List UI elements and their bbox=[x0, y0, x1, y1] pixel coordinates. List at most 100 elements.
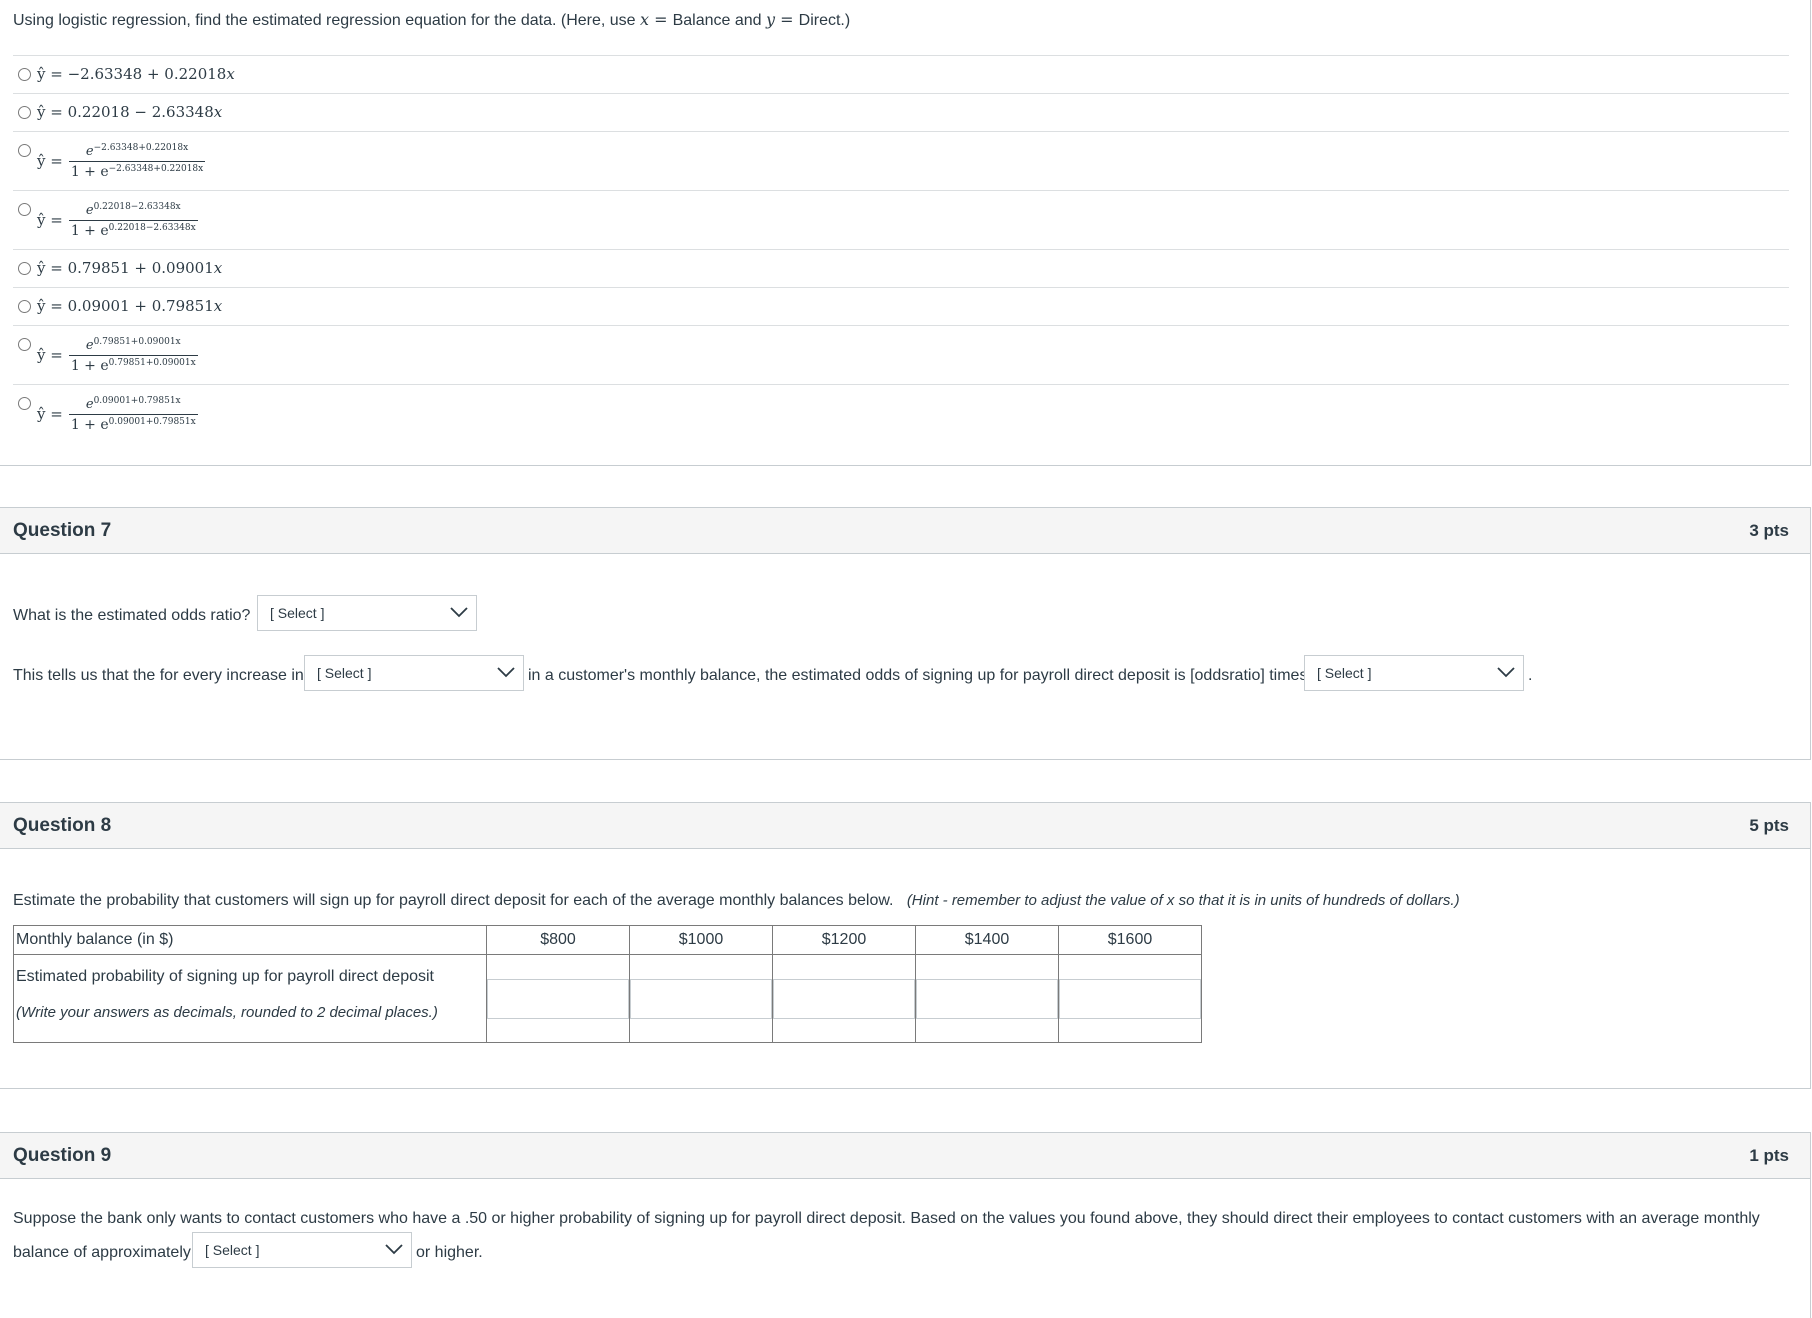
question-title: Question 9 bbox=[13, 1145, 112, 1166]
radio-button[interactable] bbox=[18, 106, 31, 119]
answer-cell bbox=[772, 954, 916, 1043]
table-row: Estimated probability of signing up for … bbox=[13, 954, 1202, 1043]
math-eq: = bbox=[775, 10, 799, 29]
row-header: Monthly balance (in $) bbox=[13, 925, 487, 955]
equation-rhs: −2.63348 + 0.22018 bbox=[67, 65, 227, 83]
select-placeholder: [ Select ] bbox=[205, 1242, 260, 1258]
answer-cell bbox=[486, 954, 630, 1043]
equation: ŷ = e0.09001+0.79851x 1 + e0.09001+0.798… bbox=[37, 388, 198, 440]
equation-var: x bbox=[226, 65, 235, 83]
answer-option-4[interactable]: ŷ = e0.22018−2.63348x 1 + e0.22018−2.633… bbox=[13, 190, 1789, 249]
answer-option-1[interactable]: ŷ = −2.63348 + 0.22018x bbox=[13, 55, 1789, 93]
table-header-row: Monthly balance (in $) $800 $1000 $1200 … bbox=[13, 925, 1202, 955]
denominator: 1 + e−2.63348+0.22018x bbox=[68, 160, 206, 180]
increase-unit-select[interactable]: [ Select ] bbox=[304, 655, 524, 691]
equation-lhs: ŷ = bbox=[37, 259, 68, 277]
exponent: 0.22018−2.63348x bbox=[93, 201, 181, 212]
probability-table: Monthly balance (in $) $800 $1000 $1200 … bbox=[13, 925, 1202, 1043]
exponent: 0.09001+0.79851x bbox=[108, 416, 196, 427]
exponent: 0.09001+0.79851x bbox=[93, 395, 181, 406]
balance-threshold-select[interactable]: [ Select ] bbox=[192, 1232, 412, 1268]
equation-rhs: 0.22018 − 2.63348 bbox=[67, 103, 214, 121]
odds-ratio-prompt: What is the estimated odds ratio? bbox=[13, 607, 251, 624]
denominator: 1 + e0.09001+0.79851x bbox=[68, 413, 198, 433]
denominator-base: 1 + e bbox=[70, 416, 109, 433]
select-placeholder: [ Select ] bbox=[270, 605, 325, 621]
radio-button[interactable] bbox=[18, 338, 31, 351]
select-placeholder: [ Select ] bbox=[1317, 665, 1372, 681]
denominator-base: 1 + e bbox=[70, 357, 109, 374]
radio-button[interactable] bbox=[18, 262, 31, 275]
equation: ŷ = 0.22018 − 2.63348x bbox=[37, 103, 222, 121]
prompt-text: Using logistic regression, find the esti… bbox=[13, 12, 640, 29]
question-title: Question 8 bbox=[13, 815, 112, 836]
denominator-base: 1 + e bbox=[70, 163, 109, 180]
denominator: 1 + e0.22018−2.63348x bbox=[68, 219, 198, 239]
hint-text: (Hint - remember to adjust the value of … bbox=[906, 892, 1460, 909]
equation: ŷ = e0.79851+0.09001x 1 + e0.79851+0.090… bbox=[37, 329, 198, 381]
column-header: $1200 bbox=[772, 925, 916, 955]
question-6-prompt: Using logistic regression, find the esti… bbox=[13, 10, 850, 30]
math-eq: = bbox=[649, 10, 673, 29]
numerator: e0.09001+0.79851x bbox=[84, 396, 183, 414]
equation-lhs: ŷ = bbox=[37, 103, 68, 121]
numerator: e0.79851+0.09001x bbox=[84, 337, 183, 355]
probability-input-1200[interactable] bbox=[773, 978, 915, 1019]
equation: ŷ = 0.79851 + 0.09001x bbox=[37, 259, 222, 277]
prompt-text: Direct.) bbox=[798, 12, 851, 29]
math-y: y bbox=[766, 10, 776, 29]
probability-input-800[interactable] bbox=[487, 978, 629, 1019]
exponent: −2.63348+0.22018x bbox=[93, 142, 189, 153]
probability-note: (Write your answers as decimals, rounded… bbox=[16, 1004, 438, 1021]
question-points: 3 pts bbox=[1749, 521, 1789, 540]
question-points: 5 pts bbox=[1749, 816, 1789, 835]
chevron-down-icon bbox=[497, 667, 515, 678]
question-9-prompt: balance of approximately bbox=[13, 1244, 191, 1261]
fraction: e0.09001+0.79851x 1 + e0.09001+0.79851x bbox=[68, 396, 198, 433]
prompt-text: Estimate the probability that customers … bbox=[13, 892, 894, 909]
numerator: e0.22018−2.63348x bbox=[84, 202, 183, 220]
question-9-prompt: Suppose the bank only wants to contact c… bbox=[13, 1210, 1760, 1227]
equation: ŷ = −2.63348 + 0.22018x bbox=[37, 65, 235, 83]
select-placeholder: [ Select ] bbox=[317, 665, 372, 681]
answer-option-7[interactable]: ŷ = e0.79851+0.09001x 1 + e0.79851+0.090… bbox=[13, 325, 1789, 384]
odds-change-select[interactable]: [ Select ] bbox=[1304, 655, 1524, 691]
question-title: Question 7 bbox=[13, 520, 112, 541]
answer-list: ŷ = −2.63348 + 0.22018x ŷ = 0.22018 − 2.… bbox=[13, 55, 1789, 443]
question-7-body bbox=[0, 553, 1811, 760]
radio-button[interactable] bbox=[18, 144, 31, 157]
odds-ratio-select[interactable]: [ Select ] bbox=[257, 595, 477, 631]
answer-option-8[interactable]: ŷ = e0.09001+0.79851x 1 + e0.09001+0.798… bbox=[13, 384, 1789, 443]
equation: ŷ = e0.22018−2.63348x 1 + e0.22018−2.633… bbox=[37, 194, 198, 246]
equation-var: x bbox=[213, 259, 223, 277]
probability-label-cell: Estimated probability of signing up for … bbox=[13, 954, 487, 1043]
probability-input-1400[interactable] bbox=[916, 978, 1058, 1019]
column-header: $1000 bbox=[629, 925, 773, 955]
question-9-header: Question 9 1 pts bbox=[0, 1132, 1811, 1179]
equation: ŷ = e−2.63348+0.22018x 1 + e−2.63348+0.2… bbox=[37, 135, 206, 187]
question-8-header: Question 8 5 pts bbox=[0, 802, 1811, 849]
equation-lhs: ŷ = bbox=[37, 211, 63, 229]
radio-button[interactable] bbox=[18, 300, 31, 313]
sentence-period: . bbox=[1528, 667, 1533, 684]
equation-rhs: 0.09001 + 0.79851 bbox=[67, 297, 214, 315]
equation: ŷ = 0.09001 + 0.79851x bbox=[37, 297, 222, 315]
probability-input-1600[interactable] bbox=[1059, 978, 1201, 1019]
question-7-header: Question 7 3 pts bbox=[0, 507, 1811, 554]
radio-button[interactable] bbox=[18, 203, 31, 216]
answer-option-2[interactable]: ŷ = 0.22018 − 2.63348x bbox=[13, 93, 1789, 131]
equation-lhs: ŷ = bbox=[37, 297, 68, 315]
answer-option-6[interactable]: ŷ = 0.09001 + 0.79851x bbox=[13, 287, 1789, 325]
radio-button[interactable] bbox=[18, 397, 31, 410]
exp-base: e bbox=[85, 337, 94, 353]
answer-option-5[interactable]: ŷ = 0.79851 + 0.09001x bbox=[13, 249, 1789, 287]
probability-input-1000[interactable] bbox=[630, 978, 772, 1019]
column-header: $1400 bbox=[915, 925, 1059, 955]
answer-option-3[interactable]: ŷ = e−2.63348+0.22018x 1 + e−2.63348+0.2… bbox=[13, 131, 1789, 190]
radio-button[interactable] bbox=[18, 68, 31, 81]
equation-lhs: ŷ = bbox=[37, 65, 68, 83]
equation-rhs: 0.79851 + 0.09001 bbox=[67, 259, 214, 277]
answer-cell bbox=[1058, 954, 1202, 1043]
exp-base: e bbox=[85, 396, 94, 412]
denominator-base: 1 + e bbox=[70, 222, 109, 239]
